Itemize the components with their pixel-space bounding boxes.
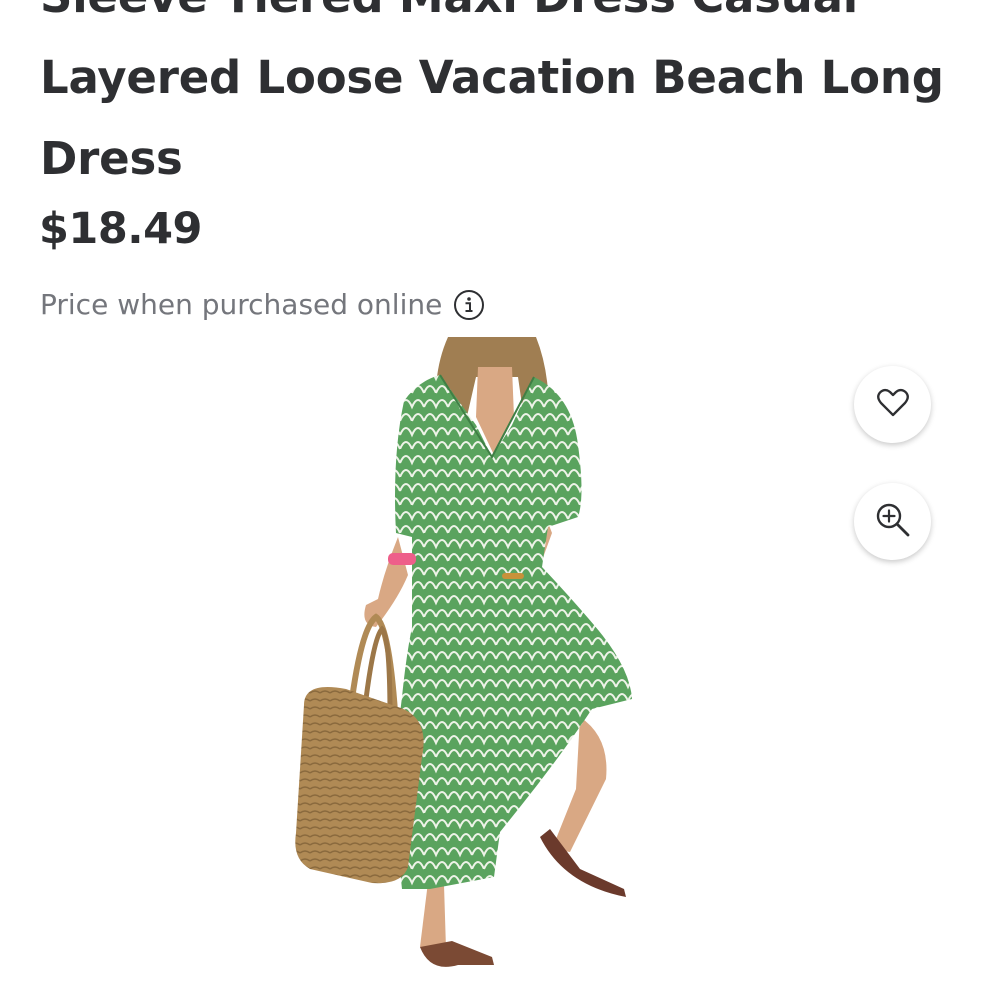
- product-image[interactable]: [280, 337, 660, 1000]
- zoom-in-icon: [875, 502, 911, 542]
- favorite-button[interactable]: [854, 366, 931, 443]
- heart-icon: [876, 388, 910, 422]
- product-title-line: Dress: [40, 132, 183, 185]
- info-icon[interactable]: [454, 289, 485, 320]
- product-page: Sleeve Tiered Maxi Dress Casual Layered …: [0, 0, 1000, 1000]
- price-note-label: Price when purchased online: [40, 288, 443, 321]
- product-title-line: Layered Loose Vacation Beach Long: [40, 51, 944, 104]
- product-price: $18.49: [39, 204, 202, 254]
- price-note: Price when purchased online: [40, 288, 485, 321]
- zoom-button[interactable]: [854, 483, 931, 560]
- product-title-line: Sleeve Tiered Maxi Dress Casual: [40, 0, 940, 37]
- product-title: Sleeve Tiered Maxi Dress Casual Layered …: [40, 0, 944, 199]
